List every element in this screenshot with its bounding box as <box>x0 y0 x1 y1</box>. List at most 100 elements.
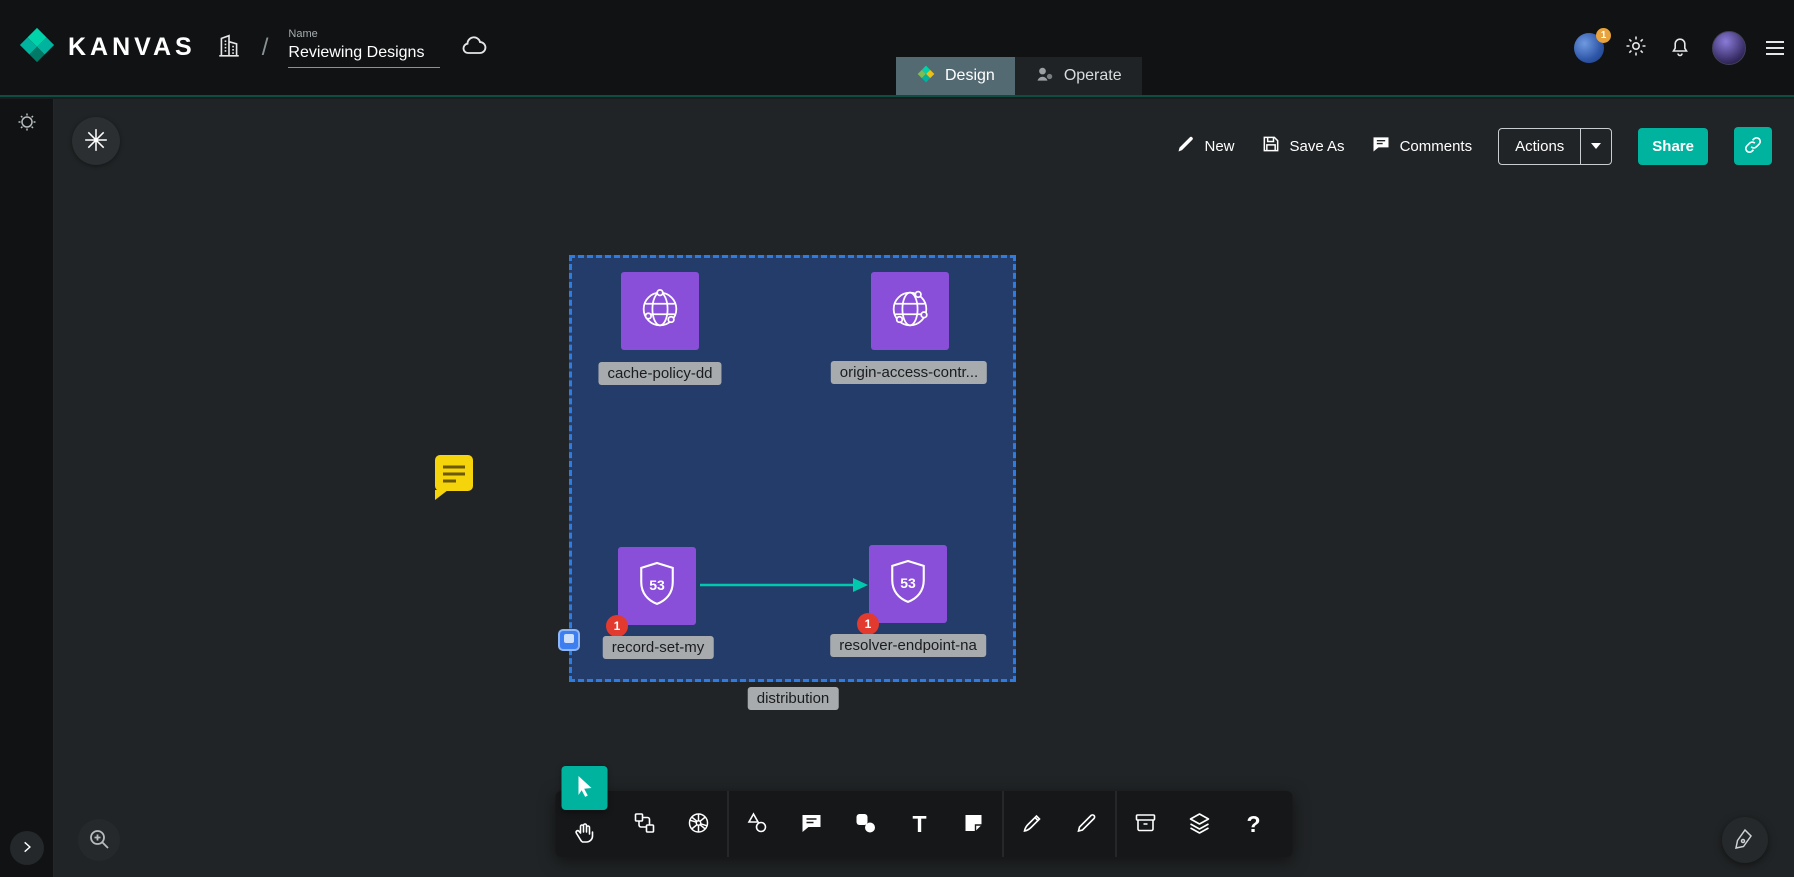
design-tab-icon <box>916 64 936 89</box>
node-label-resolver-endpoint[interactable]: resolver-endpoint-na <box>830 634 986 657</box>
node-cache-policy[interactable] <box>621 272 699 350</box>
settings-button[interactable] <box>1624 34 1648 61</box>
text-tool-glyph: T <box>912 813 926 836</box>
copy-link-button[interactable] <box>1734 127 1772 165</box>
tab-design-label: Design <box>945 67 995 85</box>
comment-icon <box>1371 134 1391 158</box>
design-name-label: Name <box>288 28 440 40</box>
sidebar-expand-button[interactable] <box>10 831 44 865</box>
layers-icon <box>1188 811 1212 838</box>
link-icon <box>1742 134 1764 159</box>
comment-marker[interactable] <box>435 455 473 491</box>
provider-badge: 1 <box>1596 28 1611 43</box>
save-as-label: Save As <box>1290 138 1345 155</box>
flow-icon <box>633 811 657 838</box>
node-record-set[interactable]: 53 1 <box>618 547 696 625</box>
route53-shield-icon: 53 <box>880 554 936 615</box>
design-name-field: Name <box>288 28 440 68</box>
share-button[interactable]: Share <box>1638 128 1708 165</box>
error-badge[interactable]: 1 <box>857 613 879 635</box>
organization-button[interactable] <box>216 33 242 62</box>
pan-tool[interactable] <box>562 813 608 857</box>
logo-text: KANVAS <box>68 33 196 62</box>
zoom-in-icon <box>87 827 111 854</box>
group-label-distribution[interactable]: distribution <box>748 687 839 710</box>
network-globe-icon <box>632 281 688 342</box>
node-resolver-endpoint[interactable]: 53 1 <box>869 545 947 623</box>
comment-tool[interactable] <box>789 802 835 846</box>
select-tool[interactable] <box>562 766 608 810</box>
hand-icon <box>573 821 597 848</box>
node-origin-access-control[interactable] <box>871 272 949 350</box>
node-label-cache-policy[interactable]: cache-policy-dd <box>598 362 721 385</box>
layers-tool[interactable] <box>1177 802 1223 846</box>
save-icon <box>1261 134 1281 158</box>
note-tool[interactable] <box>951 802 997 846</box>
chevron-right-icon <box>20 840 34 857</box>
notifications-button[interactable] <box>1668 34 1692 61</box>
flow-tool[interactable] <box>622 802 668 846</box>
sidebar-extensions-button[interactable] <box>11 107 43 139</box>
save-as-button[interactable]: Save As <box>1261 134 1345 158</box>
building-icon <box>216 33 242 62</box>
pencil-edit-icon <box>1075 811 1099 838</box>
cloud-sync-button[interactable] <box>460 32 488 63</box>
kanvas-logo[interactable]: KANVAS <box>18 26 196 69</box>
app-header: KANVAS / Name <box>0 0 1794 97</box>
tab-operate-label: Operate <box>1064 67 1122 85</box>
actions-split-button: Actions <box>1498 128 1612 165</box>
provider-button[interactable]: 1 <box>1574 33 1604 63</box>
adapter-icon <box>15 110 39 137</box>
svg-text:53: 53 <box>649 576 665 592</box>
cursor-icon <box>573 774 597 801</box>
user-avatar[interactable] <box>1712 31 1746 65</box>
design-canvas[interactable]: New Save As Comments <box>54 99 1794 877</box>
svg-text:53: 53 <box>900 574 916 590</box>
zoom-in-button[interactable] <box>78 819 120 861</box>
route53-shield-icon: 53 <box>629 556 685 617</box>
comment-lines-icon <box>435 455 473 491</box>
design-name-input[interactable] <box>288 42 440 68</box>
actions-button[interactable]: Actions <box>1499 129 1580 164</box>
shapes-icon <box>746 811 770 838</box>
chevron-down-icon <box>1591 143 1601 149</box>
edge-record-set-to-resolver[interactable] <box>698 575 870 595</box>
actions-dropdown-button[interactable] <box>1580 129 1611 164</box>
group-handle[interactable] <box>558 629 580 651</box>
pen-tool[interactable] <box>1010 802 1056 846</box>
cloud-icon <box>460 32 488 63</box>
mode-tabs: Design Operate <box>896 57 1142 95</box>
node-label-origin-access-control[interactable]: origin-access-contr... <box>831 361 987 384</box>
tools-toolbar: T <box>556 791 1293 857</box>
pencil-icon <box>1176 134 1196 158</box>
comments-label: Comments <box>1400 138 1473 155</box>
tab-design[interactable]: Design <box>896 57 1015 95</box>
pen-nib-icon <box>1733 827 1757 854</box>
signature-pen-button[interactable] <box>1722 817 1768 863</box>
drawer-tool[interactable] <box>1123 802 1169 846</box>
new-button[interactable]: New <box>1176 134 1235 158</box>
gear-icon <box>1624 34 1648 61</box>
text-tool[interactable]: T <box>897 802 943 846</box>
error-badge[interactable]: 1 <box>606 615 628 637</box>
kubernetes-tool[interactable] <box>676 802 722 846</box>
network-globe-icon <box>882 281 938 342</box>
node-label-record-set[interactable]: record-set-my <box>603 636 714 659</box>
sticky-note-icon <box>962 811 986 838</box>
pen-icon <box>1021 811 1045 838</box>
comment-bubble-icon <box>800 811 824 838</box>
bell-icon <box>1668 34 1692 61</box>
help-glyph: ? <box>1246 813 1260 836</box>
breadcrumb-separator: / <box>262 34 269 62</box>
help-tool[interactable]: ? <box>1231 802 1277 846</box>
shapes-tool[interactable] <box>735 802 781 846</box>
comments-button[interactable]: Comments <box>1371 134 1473 158</box>
canvas-toolbar: New Save As Comments <box>1176 127 1773 165</box>
tab-operate[interactable]: Operate <box>1015 57 1142 95</box>
pencil-tool[interactable] <box>1064 802 1110 846</box>
components-tool[interactable] <box>843 802 889 846</box>
new-label: New <box>1205 138 1235 155</box>
workspace: New Save As Comments <box>0 99 1794 877</box>
hamburger-menu-button[interactable] <box>1766 41 1784 55</box>
canvas-actions-button[interactable] <box>72 117 120 165</box>
